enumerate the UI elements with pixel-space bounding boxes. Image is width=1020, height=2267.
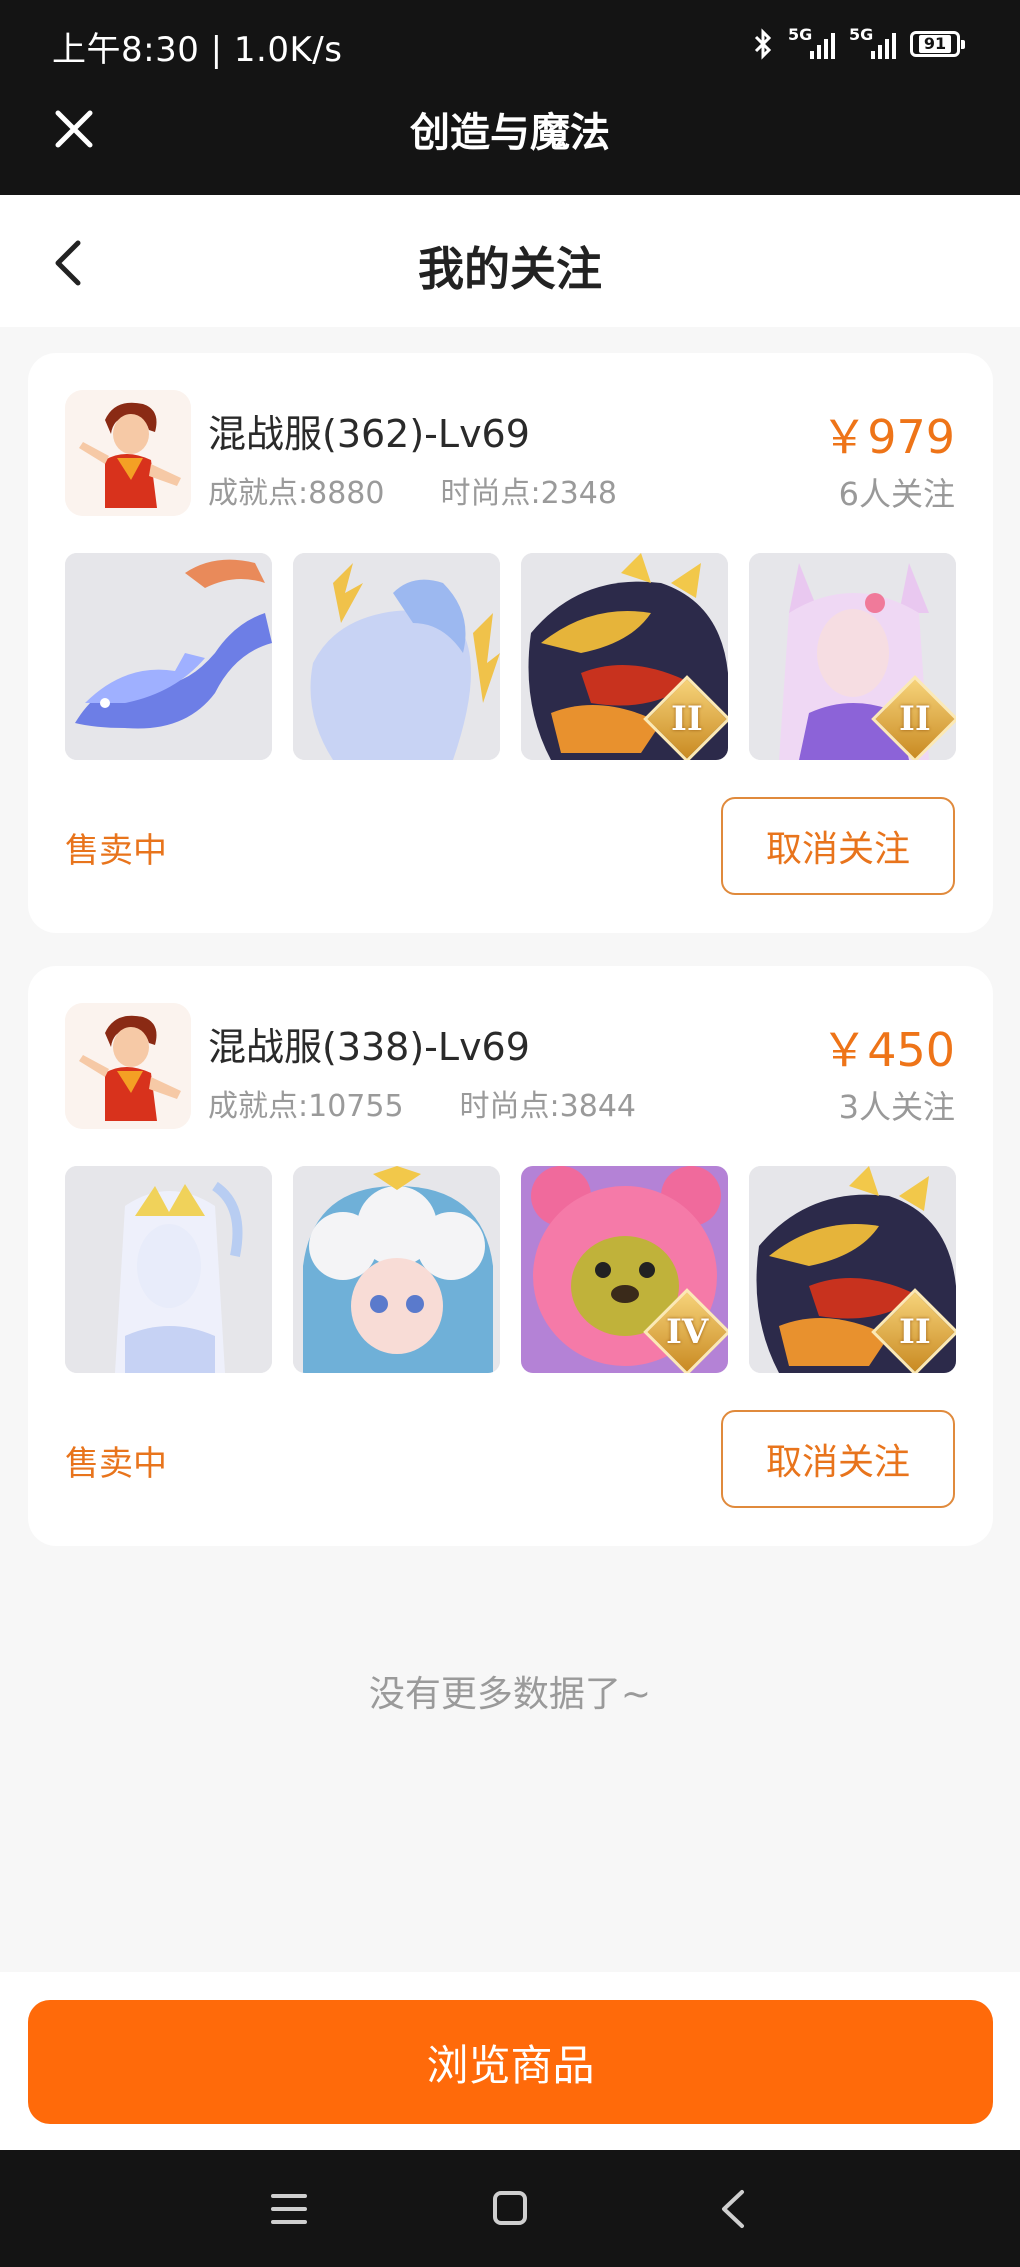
app-header: 上午8:30 | 1.0K/s 5G 5G 91 创造与魔法 (0, 0, 1020, 195)
thumbnail-ice-princess (65, 1166, 272, 1373)
fashion-points: 时尚点:3844 (459, 1089, 637, 1124)
menu-icon[interactable] (270, 2192, 308, 2226)
battery-level: 91 (918, 35, 952, 53)
stats: 成就点:10755 时尚点:3844 (208, 1081, 636, 1125)
unfollow-button[interactable]: 取消关注 (721, 1410, 955, 1508)
status-time: 上午8:30 | 1.0K/s (52, 30, 343, 70)
thumbnail-dragon-mask: II (521, 553, 728, 760)
thumbnail-dragon-mask: II (749, 1166, 956, 1373)
system-nav-bar (0, 2150, 1020, 2267)
server-name: 混战服(338)-Lv69 (208, 1025, 530, 1069)
page-header: 我的关注 (0, 195, 1020, 327)
thumbnail-pink-bear: IV (521, 1166, 728, 1373)
follower-count: 3人关注 (838, 1088, 955, 1126)
signal-icon: 5G (788, 25, 835, 59)
bottom-action-bar: 浏览商品 (0, 1972, 1020, 2150)
item-thumbnails: II II (65, 553, 956, 760)
app-title: 创造与魔法 (410, 110, 610, 156)
price: ￥450 (821, 1023, 955, 1077)
bluetooth-icon (754, 28, 772, 60)
followed-item-card[interactable]: 混战服(338)-Lv69 成就点:10755 时尚点:3844 ￥450 3人… (28, 966, 993, 1546)
avatar (65, 1003, 191, 1129)
stats: 成就点:8880 时尚点:2348 (208, 468, 617, 512)
avatar (65, 390, 191, 516)
battery-icon: 91 (910, 31, 965, 57)
followed-item-card[interactable]: 混战服(362)-Lv69 成就点:8880 时尚点:2348 ￥979 6人关… (28, 353, 993, 933)
no-more-data-text: 没有更多数据了~ (368, 1674, 652, 1715)
achievement-points: 成就点:8880 (208, 476, 385, 511)
follower-count: 6人关注 (838, 475, 955, 513)
price: ￥979 (821, 410, 955, 464)
signal-icon-2: 5G (849, 25, 896, 59)
sale-status: 售卖中 (65, 831, 167, 871)
item-thumbnails: IV II (65, 1166, 956, 1373)
thumbnail-lightning-horse (293, 553, 500, 760)
status-icons: 5G 5G 91 (752, 25, 965, 60)
home-icon[interactable] (492, 2190, 528, 2226)
thumbnail-fox-girl: II (749, 553, 956, 760)
thumbnail-sheep-girl (293, 1166, 500, 1373)
fashion-points: 时尚点:2348 (440, 476, 617, 511)
thumbnail-dragon-mount (65, 553, 272, 760)
server-name: 混战服(362)-Lv69 (208, 412, 530, 456)
back-icon[interactable] (718, 2188, 748, 2230)
achievement-points: 成就点:10755 (208, 1089, 404, 1124)
sale-status: 售卖中 (65, 1444, 167, 1484)
unfollow-button[interactable]: 取消关注 (721, 797, 955, 895)
browse-products-button[interactable]: 浏览商品 (28, 2000, 993, 2124)
page-title: 我的关注 (418, 242, 602, 296)
